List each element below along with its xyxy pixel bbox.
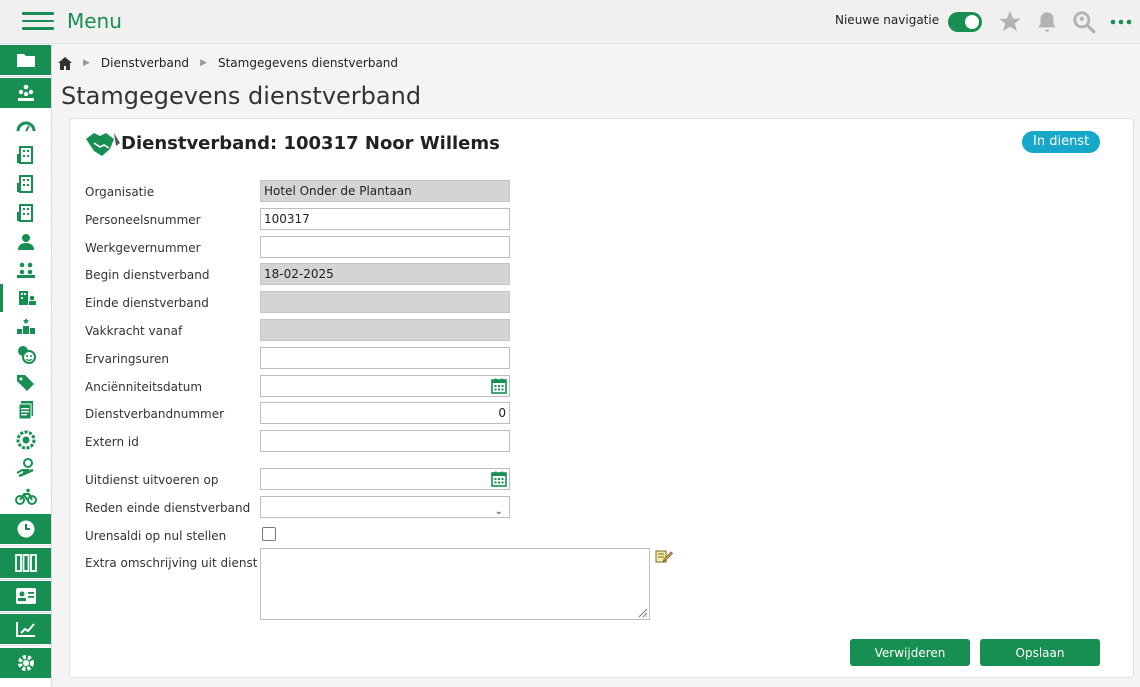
edit-text-icon[interactable] [655, 548, 673, 564]
clock-icon [17, 520, 34, 538]
search-icon[interactable] [1071, 9, 1097, 35]
breadcrumb-separator: ▶ [200, 58, 207, 68]
extra-omschrijving-textarea[interactable] [260, 548, 650, 620]
sidebar-item-bike[interactable] [0, 483, 51, 511]
einde-dienstverband-field [260, 291, 510, 313]
face-icon [17, 346, 36, 364]
menu-title[interactable]: Menu [67, 9, 122, 33]
page-title: Stamgegevens dienstverband [61, 82, 422, 110]
begin-dienstverband-label: Begin dienstverband [85, 268, 210, 282]
document-icon [18, 401, 33, 420]
chart-edit-icon [15, 622, 35, 637]
bike-icon [14, 488, 37, 505]
more-icon[interactable] [1108, 9, 1134, 35]
anciennniteit-field[interactable] [260, 375, 510, 397]
uitdienst-field[interactable] [260, 468, 510, 490]
star-icon[interactable] [997, 9, 1023, 35]
dashboard-icon [16, 121, 35, 132]
sidebar-item-building-3[interactable] [0, 199, 51, 227]
einde-dienstverband-label: Einde dienstverband [85, 296, 209, 310]
vakkracht-label: Vakkracht vanaf [85, 324, 183, 338]
breadcrumb-dienstverband[interactable]: Dienstverband [101, 56, 189, 70]
new-navigation-label: Nieuwe navigatie [835, 13, 940, 27]
extern-id-field[interactable] [260, 430, 510, 452]
uitdienst-label: Uitdienst uitvoeren op [85, 473, 219, 487]
breadcrumb: ▶ Dienstverband ▶ Stamgegevens dienstver… [58, 55, 398, 71]
hamburger-menu-icon[interactable] [22, 12, 54, 30]
sidebar [0, 44, 52, 687]
sidebar-item-chart-edit[interactable] [0, 614, 51, 644]
begin-dienstverband-field: 18-02-2025 [260, 263, 510, 285]
hand-person-icon [15, 458, 34, 478]
new-navigation-toggle[interactable] [948, 12, 982, 32]
sidebar-item-columns[interactable] [0, 548, 51, 578]
organisatie-label: Organisatie [85, 185, 155, 199]
extra-omschrijving-value [261, 549, 649, 555]
calendar-icon[interactable] [491, 378, 507, 394]
reden-select[interactable]: ⌄ [260, 496, 510, 518]
ervaringsuren-field[interactable] [260, 347, 510, 369]
reden-label: Reden einde dienstverband [85, 501, 251, 515]
team-icon [16, 262, 35, 278]
sidebar-item-folder[interactable] [0, 45, 51, 75]
status-badge: In dienst [1022, 131, 1101, 153]
dienstverbandnummer-field[interactable]: 0 [260, 402, 510, 424]
sidebar-item-people[interactable] [0, 78, 51, 108]
folder-icon [16, 54, 35, 67]
sidebar-item-dashboard[interactable] [0, 112, 51, 140]
organisatie-field: Hotel Onder de Plantaan [260, 180, 510, 202]
employment-panel: Dienstverband: 100317 Noor Willems In di… [69, 118, 1134, 678]
columns-icon [14, 554, 37, 572]
panel-title: Dienstverband: 100317 Noor Willems [121, 133, 500, 154]
settings-icon [17, 655, 34, 671]
breadcrumb-separator: ▶ [83, 58, 90, 68]
delete-button[interactable]: Verwijderen [850, 639, 970, 666]
building-icon [16, 146, 33, 164]
extra-omschrijving-label: Extra omschrijving uit dienst [85, 556, 258, 570]
breadcrumb-stamgegevens[interactable]: Stamgegevens dienstverband [218, 56, 398, 70]
extern-id-label: Extern id [85, 435, 139, 449]
sidebar-item-tag[interactable] [0, 368, 51, 396]
bell-icon[interactable] [1034, 9, 1060, 35]
chevron-down-icon: ⌄ [494, 506, 503, 517]
urensaldi-label: Urensaldi op nul stellen [85, 529, 227, 543]
vakkracht-field [260, 319, 510, 341]
save-button[interactable]: Opslaan [980, 639, 1100, 666]
urensaldi-checkbox[interactable] [262, 527, 276, 541]
sidebar-item-ranking[interactable] [0, 312, 51, 340]
sidebar-item-id-card[interactable] [0, 581, 51, 611]
werkgevernummer-field[interactable] [260, 236, 510, 258]
tag-icon [16, 375, 34, 391]
building-icon [16, 175, 33, 193]
badge-icon [16, 430, 35, 450]
sidebar-item-settings[interactable] [0, 648, 51, 678]
sidebar-item-badge[interactable] [0, 426, 51, 454]
anciennniteit-label: Anciënniteitsdatum [85, 380, 203, 394]
dienstverbandnummer-label: Dienstverbandnummer [85, 407, 225, 421]
handshake-icon [86, 133, 120, 156]
home-icon[interactable] [58, 56, 72, 70]
top-bar: Menu Nieuwe navigatie [0, 0, 1140, 44]
sidebar-item-face[interactable] [0, 340, 51, 368]
sidebar-item-clock[interactable] [0, 514, 51, 544]
id-card-icon [15, 588, 36, 604]
people-icon [17, 84, 34, 101]
ervaringsuren-label: Ervaringsuren [85, 352, 169, 366]
sidebar-item-hand-person[interactable] [0, 454, 51, 482]
sidebar-item-building-1[interactable] [0, 141, 51, 169]
resize-grip-icon[interactable] [636, 606, 648, 618]
sidebar-item-team[interactable] [0, 256, 51, 284]
ranking-icon [16, 318, 35, 334]
calendar-icon[interactable] [491, 471, 507, 487]
org-person-icon [19, 291, 36, 305]
sidebar-item-person[interactable] [0, 228, 51, 256]
person-icon [17, 234, 34, 250]
sidebar-item-building-2[interactable] [0, 170, 51, 198]
sidebar-item-org-person[interactable] [0, 284, 51, 312]
building-icon [16, 204, 33, 222]
werkgevernummer-label: Werkgevernummer [85, 241, 201, 255]
sidebar-item-document[interactable] [0, 396, 51, 424]
personeelsnummer-field[interactable]: 100317 [260, 208, 510, 230]
personeelsnummer-label: Personeelsnummer [85, 213, 201, 227]
